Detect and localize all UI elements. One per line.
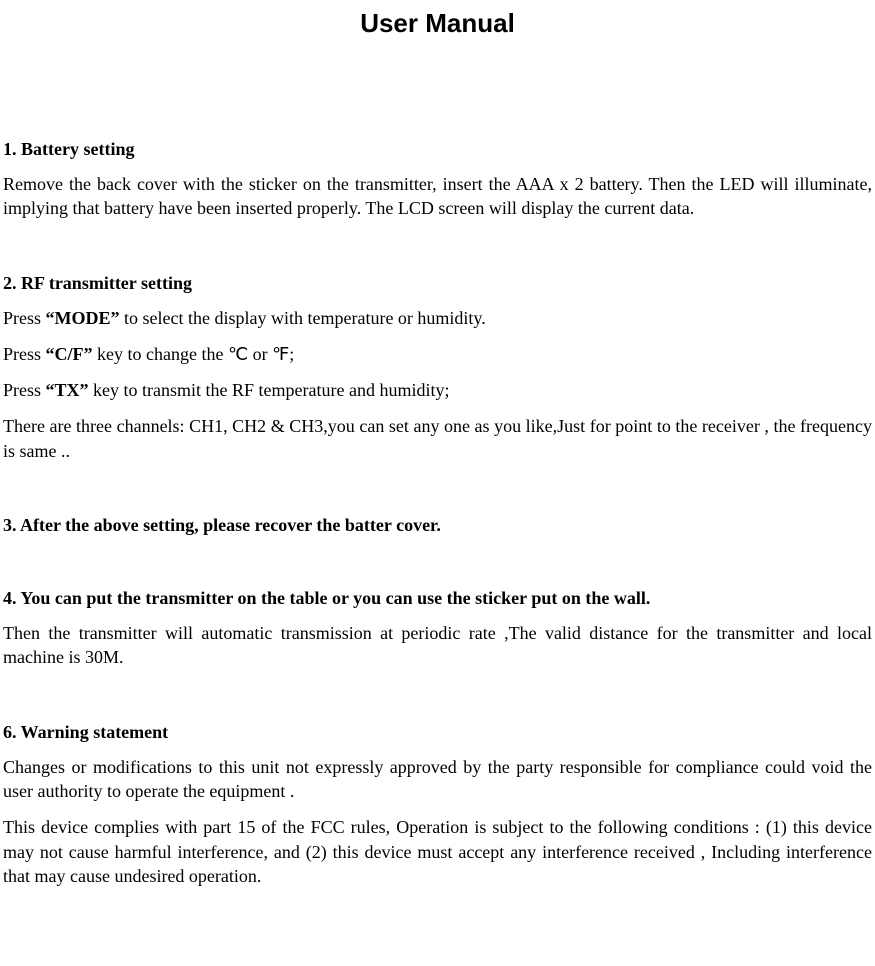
text-segment: Press bbox=[3, 344, 46, 364]
section-6-heading: 6. Warning statement bbox=[3, 722, 872, 743]
section-2-para-1: Press “MODE” to select the display with … bbox=[3, 306, 872, 330]
section-2-para-3: Press “TX” key to transmit the RF temper… bbox=[3, 378, 872, 402]
text-segment: Press bbox=[3, 380, 46, 400]
section-4-heading: 4. You can put the transmitter on the ta… bbox=[3, 588, 872, 609]
section-4-para: Then the transmitter will automatic tran… bbox=[3, 621, 872, 670]
content-body: 1. Battery setting Remove the back cover… bbox=[0, 139, 875, 888]
section-2-para-4: There are three channels: CH1, CH2 & CH3… bbox=[3, 414, 872, 463]
section-gap bbox=[3, 475, 872, 515]
section-gap bbox=[3, 548, 872, 588]
section-2-para-2: Press “C/F” key to change the ℃ or ℉; bbox=[3, 342, 872, 366]
section-2-heading: 2. RF transmitter setting bbox=[3, 273, 872, 294]
tx-key-label: “TX” bbox=[46, 380, 89, 400]
section-gap bbox=[3, 682, 872, 722]
text-segment: key to change the ℃ or ℉; bbox=[93, 344, 295, 364]
text-segment: Press bbox=[3, 308, 46, 328]
cf-key-label: “C/F” bbox=[46, 344, 93, 364]
section-1-heading: 1. Battery setting bbox=[3, 139, 872, 160]
section-6-para-2: This device complies with part 15 of the… bbox=[3, 815, 872, 888]
text-segment: key to transmit the RF temperature and h… bbox=[89, 380, 450, 400]
page-title: User Manual bbox=[0, 8, 875, 39]
section-6-para-1: Changes or modifications to this unit no… bbox=[3, 755, 872, 804]
section-1-para: Remove the back cover with the sticker o… bbox=[3, 172, 872, 221]
mode-key-label: “MODE” bbox=[46, 308, 120, 328]
section-gap bbox=[3, 233, 872, 273]
section-3-heading: 3. After the above setting, please recov… bbox=[3, 515, 872, 536]
text-segment: to select the display with temperature o… bbox=[120, 308, 486, 328]
